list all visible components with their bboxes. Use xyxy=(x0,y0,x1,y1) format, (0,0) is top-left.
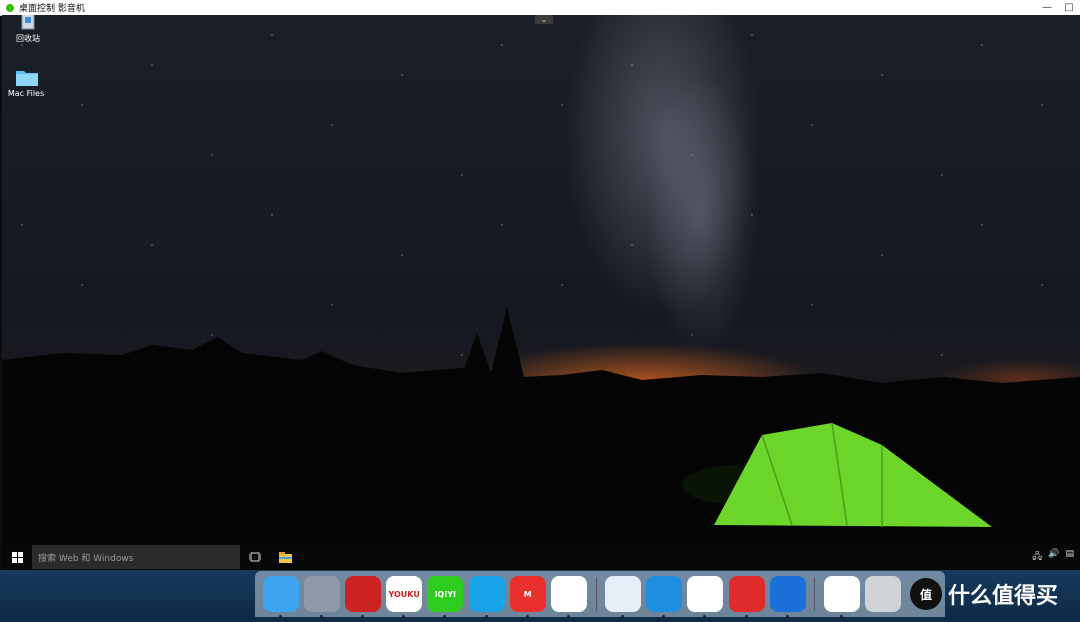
file-explorer-button[interactable] xyxy=(270,544,300,570)
document-app[interactable] xyxy=(824,576,861,618)
volume-icon[interactable]: 🔊 xyxy=(1048,549,1059,565)
safari-app[interactable] xyxy=(646,576,683,618)
start-button[interactable] xyxy=(2,544,32,570)
running-indicator xyxy=(566,615,570,618)
task-view-button[interactable] xyxy=(240,544,270,570)
feishu-app[interactable] xyxy=(605,576,642,618)
desktop-icon-mac-files[interactable]: Mac Files xyxy=(2,67,50,98)
parallels-app[interactable] xyxy=(344,576,381,618)
baidu-netdisk-app[interactable] xyxy=(687,576,724,618)
mgtv-app[interactable]: M xyxy=(509,576,546,618)
running-indicator xyxy=(525,615,529,618)
windows-taskbar: 搜索 Web 和 Windows 🖧 🔊 ▤ xyxy=(2,544,1080,570)
dock-separator xyxy=(814,577,816,611)
windows-logo-icon xyxy=(11,551,23,563)
mac-dock: YOUKU iQIYI M xyxy=(255,571,945,618)
minimize-button[interactable]: — xyxy=(1036,0,1058,15)
running-indicator xyxy=(360,615,364,618)
trash-app[interactable] xyxy=(865,576,902,612)
window-titlebar: 桌面控制 影音机 — □ xyxy=(0,0,1080,16)
system-tray: 🖧 🔊 ▤ xyxy=(1032,549,1080,565)
watermark: 值 什么值得买 xyxy=(910,578,1058,610)
dock-separator xyxy=(595,577,597,611)
file-explorer-icon xyxy=(278,551,292,563)
window-controls: — □ xyxy=(1036,0,1080,15)
youku-app[interactable]: YOUKU xyxy=(386,576,423,618)
notification-icon[interactable]: ▤ xyxy=(1065,549,1074,565)
network-icon[interactable]: 🖧 xyxy=(1032,549,1042,565)
collapse-toolbar-button[interactable]: ⌄ xyxy=(535,15,553,24)
finder-app[interactable] xyxy=(262,576,299,618)
maximize-button[interactable]: □ xyxy=(1058,0,1080,15)
running-indicator xyxy=(744,615,748,618)
search-input[interactable]: 搜索 Web 和 Windows xyxy=(32,545,240,569)
window-title: 桌面控制 影音机 xyxy=(19,4,85,14)
launchpad-app[interactable] xyxy=(303,576,340,618)
recycle-bin-icon xyxy=(17,15,39,31)
wallpaper-landscape xyxy=(2,307,1080,544)
folder-icon xyxy=(15,67,38,87)
running-indicator xyxy=(484,615,488,618)
iqiyi-icon: iQIYI xyxy=(434,589,456,599)
running-indicator xyxy=(278,615,282,618)
mgtv-icon: M xyxy=(523,589,532,599)
chrome-app[interactable] xyxy=(550,576,587,618)
desktop-icon-label: 回收站 xyxy=(16,34,40,43)
iqiyi-app[interactable]: iQIYI xyxy=(427,576,464,618)
running-indicator xyxy=(785,615,789,618)
desktop-icon-label: Mac Files xyxy=(7,89,45,98)
watermark-logo: 值 xyxy=(910,578,942,610)
youku-icon: YOUKU xyxy=(388,589,420,599)
status-dot-icon xyxy=(6,3,14,12)
desktop-icon-recycle-bin[interactable]: 回收站 xyxy=(4,15,52,44)
task-view-icon xyxy=(249,552,261,562)
remote-desktop-screen[interactable]: ⌄ 回收站 Mac Files xyxy=(2,15,1080,544)
watermark-text: 什么值得买 xyxy=(948,584,1059,609)
tencent-video-app[interactable] xyxy=(468,576,505,618)
running-indicator xyxy=(319,615,323,618)
windows-app[interactable] xyxy=(769,576,806,618)
wps-app[interactable] xyxy=(728,576,765,618)
